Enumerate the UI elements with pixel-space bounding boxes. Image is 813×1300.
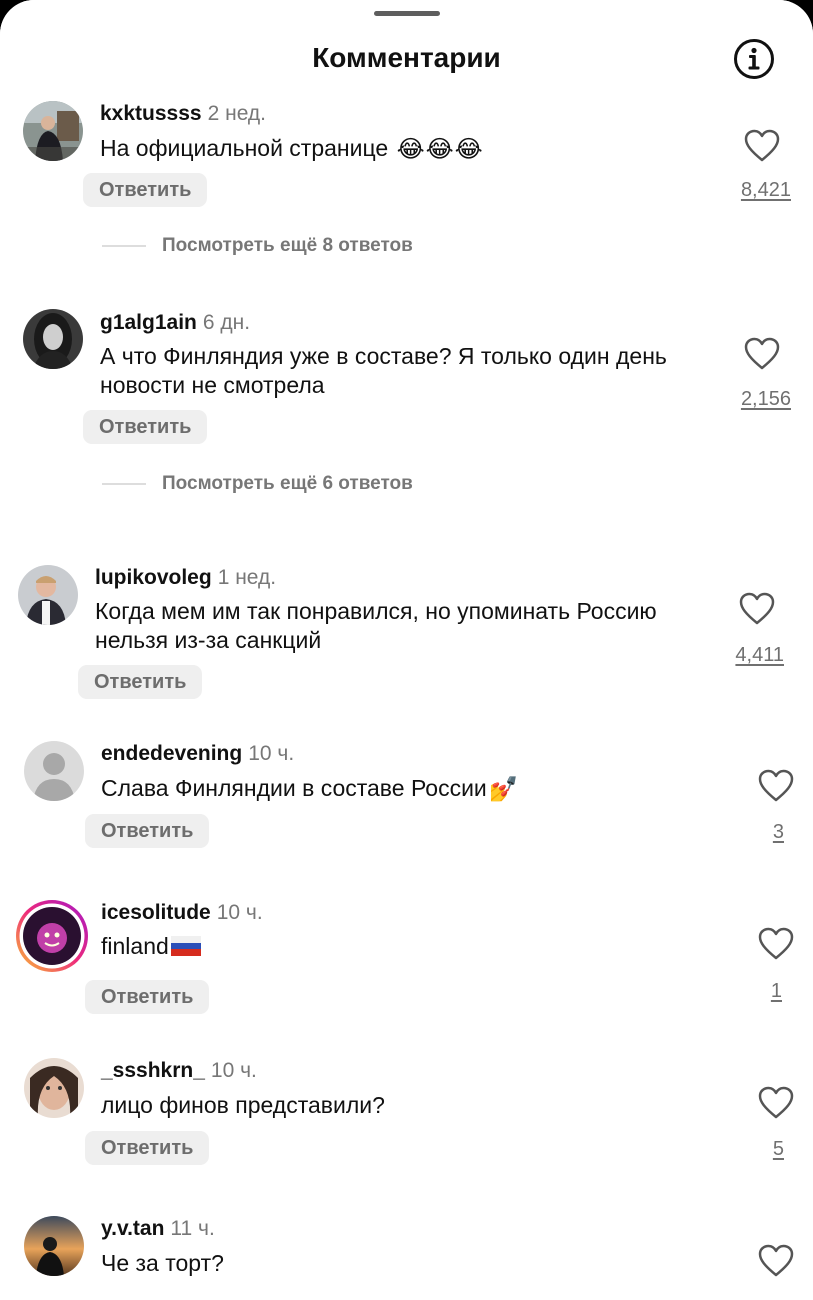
- like-count[interactable]: 2,156: [711, 388, 791, 411]
- comment-time: 10 ч.: [216, 901, 263, 924]
- avatar[interactable]: [18, 565, 78, 625]
- comment-text: А что Финляндия уже в составе? Я только …: [100, 343, 667, 398]
- page-title: Комментарии: [312, 42, 501, 73]
- comment-text: Слава Финляндии в составе России💅: [101, 775, 519, 804]
- comment-username[interactable]: endedevening 10 ч.: [101, 742, 294, 766]
- emoji: 💅: [488, 776, 519, 804]
- comment-username[interactable]: lupikovoleg 1 нед.: [95, 566, 276, 590]
- like-count[interactable]: 3: [704, 821, 784, 844]
- comment-username[interactable]: y.v.tan 11 ч.: [101, 1217, 215, 1241]
- comment-username[interactable]: icesolitude 10 ч.: [101, 901, 263, 925]
- reply-button[interactable]: Ответить: [85, 1131, 210, 1165]
- comment-time: 1 нед.: [217, 566, 277, 589]
- avatar[interactable]: [23, 101, 83, 161]
- reply-button[interactable]: Ответить: [78, 665, 203, 699]
- like-heart-icon[interactable]: [744, 337, 780, 371]
- avatar[interactable]: [24, 741, 84, 801]
- comment-time: 11 ч.: [170, 1217, 215, 1240]
- like-heart-icon[interactable]: [758, 769, 794, 803]
- reply-button[interactable]: Ответить: [83, 410, 208, 444]
- view-more-replies[interactable]: Посмотреть ещё 6 ответов: [102, 473, 413, 495]
- like-count[interactable]: 4,411: [704, 644, 784, 667]
- like-count[interactable]: 8,421: [711, 179, 791, 202]
- avatar[interactable]: [23, 309, 83, 369]
- drag-handle[interactable]: [374, 11, 440, 16]
- comment-text: лицо финов представили?: [101, 1092, 385, 1118]
- comment-text: Когда мем им так понравился, но упоминат…: [95, 598, 657, 653]
- like-count[interactable]: 5: [704, 1138, 784, 1161]
- like-heart-icon[interactable]: [739, 592, 775, 626]
- comment-text: На официальной странице 😂😂😂: [100, 135, 484, 164]
- like-heart-icon[interactable]: [758, 927, 794, 961]
- view-more-replies[interactable]: Посмотреть ещё 8 ответов: [102, 235, 413, 257]
- avatar[interactable]: [14, 898, 90, 974]
- emoji: 😂😂😂: [396, 136, 484, 164]
- reply-button[interactable]: Ответить: [85, 814, 210, 848]
- avatar[interactable]: [24, 1058, 84, 1118]
- like-heart-icon[interactable]: [758, 1086, 794, 1120]
- comment-time: 10 ч.: [210, 1059, 257, 1082]
- like-heart-icon[interactable]: [758, 1244, 794, 1278]
- avatar[interactable]: [24, 1216, 84, 1276]
- flag-ru-icon: [170, 936, 201, 956]
- reply-button[interactable]: Ответить: [85, 980, 210, 1014]
- info-icon[interactable]: [733, 38, 775, 80]
- comment-username[interactable]: _ssshkrn_ 10 ч.: [101, 1059, 257, 1083]
- comment-time: 6 дн.: [202, 311, 251, 334]
- like-count[interactable]: 1: [702, 980, 782, 1003]
- comment-time: 10 ч.: [248, 742, 295, 765]
- reply-button[interactable]: Ответить: [83, 173, 208, 207]
- divider: [102, 482, 146, 485]
- comments-sheet: Комментарии kxktussss 2 нед. На официальн…: [0, 0, 813, 1300]
- comment-text: finland🇷🇺: [101, 932, 701, 961]
- like-heart-icon[interactable]: [744, 129, 780, 163]
- divider: [102, 244, 146, 247]
- comment-text: Че за торт?: [101, 1250, 224, 1276]
- comment-username[interactable]: kxktussss 2 нед.: [100, 102, 266, 126]
- comment-username[interactable]: g1alg1ain 6 дн.: [100, 311, 250, 335]
- comment-time: 2 нед.: [207, 102, 266, 125]
- sheet-header: Комментарии: [0, 0, 813, 100]
